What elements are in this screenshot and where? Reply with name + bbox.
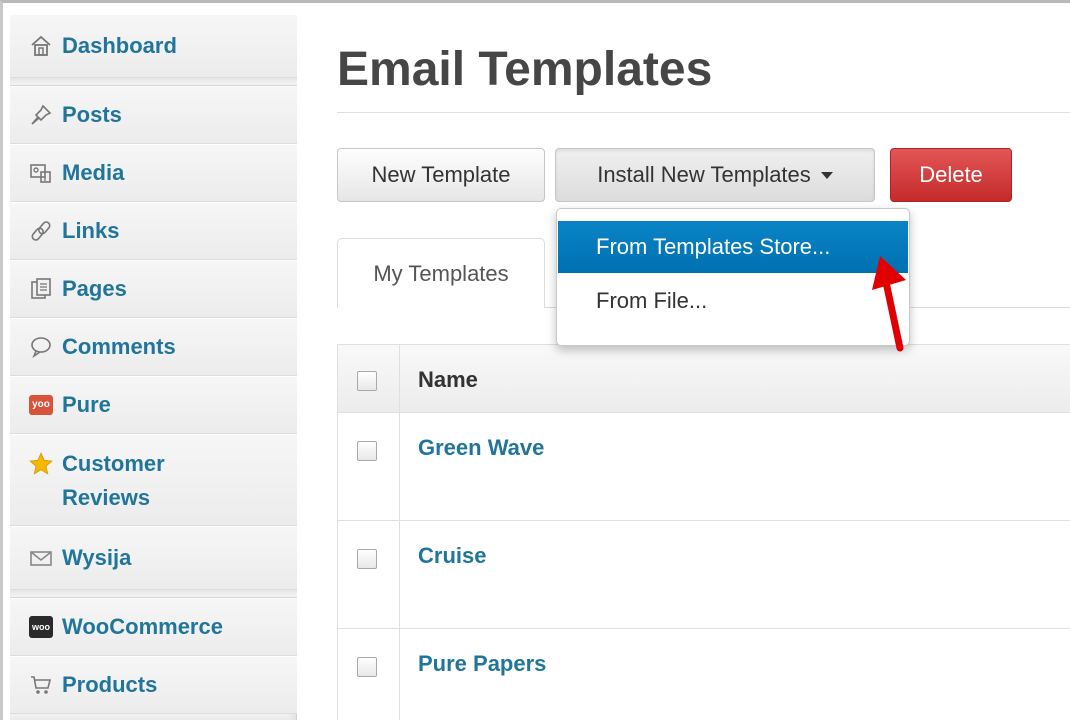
checkbox-cell	[338, 345, 400, 412]
template-name-link[interactable]: Cruise	[418, 543, 486, 569]
sidebar-item-pages[interactable]: Pages	[10, 260, 297, 318]
sidebar-item-label: Pure	[62, 392, 111, 417]
sidebar-item-comments[interactable]: Comments	[10, 318, 297, 376]
red-arrow-annotation	[872, 256, 906, 352]
table-row: Green Wave	[338, 413, 1070, 521]
sidebar-item-label: Media	[62, 160, 125, 185]
pushpin-icon	[28, 102, 54, 128]
template-name-link[interactable]: Pure Papers	[418, 651, 546, 677]
row-checkbox[interactable]	[357, 441, 377, 461]
woo-logo-icon: woo	[28, 614, 54, 640]
sidebar-item-label-line1: Customer	[62, 451, 165, 476]
menu-separator	[10, 590, 297, 598]
woo-logo-text: woo	[29, 616, 53, 638]
page-title: Email Templates	[337, 43, 713, 96]
templates-table: Name Green Wave Cruise Pure Papers	[337, 344, 1070, 720]
new-template-button[interactable]: New Template	[337, 148, 545, 202]
sidebar-item-products[interactable]: Products	[10, 656, 297, 714]
yoo-logo-text: yoo	[29, 395, 53, 415]
table-row: Cruise	[338, 521, 1070, 629]
sidebar-item-label-line2: Reviews	[62, 485, 151, 510]
sidebar-item-label: Links	[62, 218, 120, 243]
title-divider	[337, 112, 1070, 113]
template-name-link[interactable]: Green Wave	[418, 435, 544, 461]
caret-down-icon	[820, 171, 833, 179]
sidebar-item-label-group: Customer Reviews	[62, 447, 165, 515]
media-icon	[28, 160, 54, 186]
install-new-templates-button[interactable]: Install New Templates	[555, 148, 875, 202]
main-content: Email Templates New Template Install New…	[297, 14, 1070, 720]
sidebar-item-label: Products	[62, 672, 158, 697]
sidebar-item-label: Wysija	[62, 545, 132, 570]
house-icon	[28, 33, 54, 59]
star-icon	[28, 451, 54, 477]
checkbox-cell	[338, 629, 400, 720]
menu-separator	[10, 78, 297, 86]
yoo-logo-icon: yoo	[28, 392, 54, 418]
pages-icon	[28, 276, 54, 302]
speech-bubble-icon	[28, 334, 54, 360]
sidebar-item-label: WooCommerce	[62, 614, 223, 639]
row-checkbox[interactable]	[357, 549, 377, 569]
checkbox-cell	[338, 413, 400, 520]
chain-link-icon	[28, 218, 54, 244]
menu-item-from-file[interactable]: From File...	[558, 275, 908, 327]
admin-sidebar: Dashboard Posts Media Links Pages Commen…	[10, 14, 297, 720]
select-all-checkbox[interactable]	[357, 371, 377, 391]
sidebar-item-pure[interactable]: yoo Pure	[10, 376, 297, 434]
envelope-icon	[28, 545, 54, 571]
delete-button[interactable]: Delete	[890, 148, 1012, 202]
install-new-templates-label: Install New Templates	[597, 162, 811, 187]
sidebar-item-label: Comments	[62, 334, 176, 359]
sidebar-item-label: Pages	[62, 276, 127, 301]
sidebar-item-dashboard[interactable]: Dashboard	[10, 14, 297, 78]
sidebar-item-links[interactable]: Links	[10, 202, 297, 260]
install-templates-dropdown: From Templates Store... From File...	[556, 208, 910, 346]
shopping-cart-icon	[28, 672, 54, 698]
table-header-row: Name	[338, 345, 1070, 413]
sidebar-item-label: Dashboard	[62, 33, 177, 58]
sidebar-item-media[interactable]: Media	[10, 144, 297, 202]
table-row: Pure Papers	[338, 629, 1070, 720]
sidebar-item-wysija[interactable]: Wysija	[10, 526, 297, 590]
sidebar-item-label: Posts	[62, 102, 122, 127]
sidebar-item-posts[interactable]: Posts	[10, 86, 297, 144]
row-checkbox[interactable]	[357, 657, 377, 677]
column-header-name: Name	[418, 367, 478, 392]
sidebar-item-woocommerce[interactable]: woo WooCommerce	[10, 598, 297, 656]
checkbox-cell	[338, 521, 400, 628]
sidebar-item-customer-reviews[interactable]: Customer Reviews	[10, 434, 297, 526]
tab-my-templates[interactable]: My Templates	[337, 238, 545, 308]
menu-item-from-templates-store[interactable]: From Templates Store...	[558, 221, 908, 273]
